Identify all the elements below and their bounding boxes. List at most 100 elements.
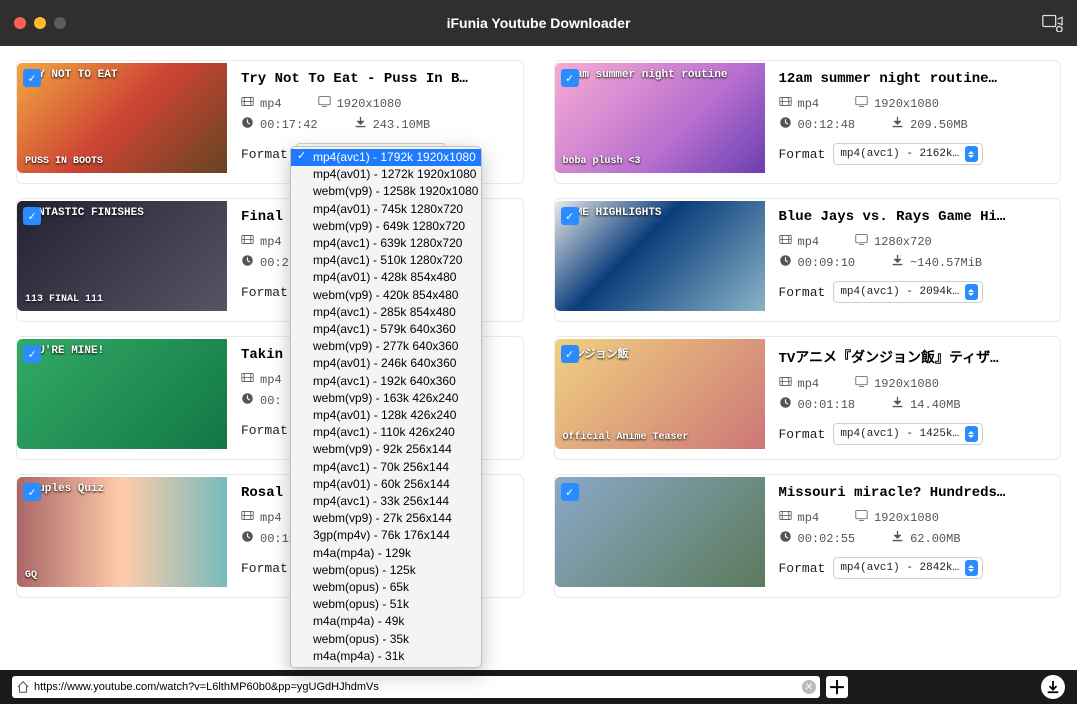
format-option[interactable]: mp4(avc1) - 192k 640x360 [291, 373, 481, 390]
duration-meta: 00:12:48 [779, 116, 856, 133]
format-option[interactable]: mp4(av01) - 128k 426x240 [291, 407, 481, 424]
duration-meta: 00:01:18 [779, 396, 856, 413]
minimize-window-button[interactable] [34, 17, 46, 29]
film-icon [779, 509, 792, 526]
format-option[interactable]: mp4(avc1) - 510k 1280x720 [291, 252, 481, 269]
selected-check-icon[interactable] [23, 69, 41, 87]
download-button[interactable] [1041, 675, 1065, 699]
film-icon [779, 233, 792, 250]
container-meta: mp4 [241, 233, 282, 250]
video-title: TVアニメ『ダンジョン飯』ティザ… [779, 347, 1053, 367]
size-meta: 14.40MB [891, 396, 960, 413]
format-option[interactable]: webm(vp9) - 277k 640x360 [291, 338, 481, 355]
format-option[interactable]: mp4(av01) - 428k 854x480 [291, 269, 481, 286]
format-option[interactable]: mp4(avc1) - 110k 426x240 [291, 424, 481, 441]
format-option[interactable]: webm(vp9) - 420k 854x480 [291, 287, 481, 304]
clock-icon [241, 530, 254, 547]
format-label: Format [779, 561, 826, 576]
selected-check-icon[interactable] [23, 207, 41, 225]
format-option[interactable]: mp4(av01) - 745k 1280x720 [291, 201, 481, 218]
format-select[interactable]: mp4(avc1) - 2094k 128… [833, 281, 983, 303]
video-grid: TRY NOT TO EAT PUSS IN BOOTS Try Not To … [0, 46, 1077, 670]
video-thumbnail[interactable]: TRY NOT TO EAT PUSS IN BOOTS [17, 63, 227, 173]
selected-check-icon[interactable] [23, 483, 41, 501]
format-option[interactable]: webm(opus) - 125k [291, 562, 481, 579]
clock-icon [779, 116, 792, 133]
video-card: GAME HIGHLIGHTS Blue Jays vs. Rays Game … [554, 198, 1062, 322]
format-option[interactable]: mp4(avc1) - 579k 640x360 [291, 321, 481, 338]
selected-check-icon[interactable] [23, 345, 41, 363]
download-size-icon [891, 396, 904, 413]
resolution-meta: 1920x1080 [855, 375, 939, 392]
format-option[interactable]: mp4(avc1) - 1792k 1920x1080 [291, 149, 481, 166]
clock-icon [779, 530, 792, 547]
library-icon[interactable] [1041, 10, 1063, 37]
duration-meta: 00:2 [241, 254, 289, 271]
format-option[interactable]: mp4(avc1) - 33k 256x144 [291, 493, 481, 510]
home-icon[interactable] [16, 680, 30, 694]
format-option[interactable]: webm(opus) - 35k [291, 631, 481, 648]
video-thumbnail[interactable]: FANTASTIC FINISHES 113 FINAL 111 [17, 201, 227, 311]
format-option[interactable]: 3gp(mp4v) - 76k 176x144 [291, 527, 481, 544]
format-option[interactable]: mp4(avc1) - 639k 1280x720 [291, 235, 481, 252]
format-select[interactable]: mp4(avc1) - 1425k 192… [833, 423, 983, 445]
download-size-icon [891, 116, 904, 133]
selected-check-icon[interactable] [561, 69, 579, 87]
selected-check-icon[interactable] [561, 345, 579, 363]
format-option[interactable]: webm(vp9) - 92k 256x144 [291, 441, 481, 458]
format-option[interactable]: m4a(mp4a) - 49k [291, 613, 481, 630]
video-card: Missouri miracle? Hundreds… mp4 1920x108… [554, 474, 1062, 598]
size-meta: 209.50MB [891, 116, 968, 133]
url-input[interactable] [34, 681, 798, 693]
format-option[interactable]: mp4(av01) - 246k 640x360 [291, 355, 481, 372]
container-meta: mp4 [779, 95, 820, 112]
clock-icon [241, 254, 254, 271]
zoom-window-button[interactable] [54, 17, 66, 29]
format-option[interactable]: mp4(av01) - 1272k 1920x1080 [291, 166, 481, 183]
resolution-meta: 1920x1080 [855, 509, 939, 526]
container-meta: mp4 [779, 375, 820, 392]
format-option[interactable]: webm(opus) - 51k [291, 596, 481, 613]
video-thumbnail[interactable]: GAME HIGHLIGHTS [555, 201, 765, 311]
container-meta: mp4 [779, 509, 820, 526]
duration-meta: 00:15 [241, 530, 296, 547]
clear-url-icon[interactable]: ✕ [802, 680, 816, 694]
video-card: ダンジョン飯 Official Anime Teaser TVアニメ『ダンジョン… [554, 336, 1062, 460]
duration-meta: 00:09:10 [779, 254, 856, 271]
format-select[interactable]: mp4(avc1) - 2162k 192… [833, 143, 983, 165]
video-thumbnail[interactable]: Couples Quiz GQ [17, 477, 227, 587]
container-meta: mp4 [241, 95, 282, 112]
format-option[interactable]: webm(vp9) - 649k 1280x720 [291, 218, 481, 235]
add-url-button[interactable]: ＋ [826, 676, 848, 698]
selected-check-icon[interactable] [561, 483, 579, 501]
screen-icon [855, 375, 868, 392]
format-label: Format [241, 423, 288, 438]
format-select[interactable]: mp4(avc1) - 2842k 192… [833, 557, 983, 579]
video-thumbnail[interactable]: ダンジョン飯 Official Anime Teaser [555, 339, 765, 449]
format-label: Format [779, 285, 826, 300]
video-thumbnail[interactable]: 12am summer night routine boba plush <3 [555, 63, 765, 173]
format-option[interactable]: webm(vp9) - 27k 256x144 [291, 510, 481, 527]
close-window-button[interactable] [14, 17, 26, 29]
format-dropdown-menu[interactable]: mp4(avc1) - 1792k 1920x1080mp4(av01) - 1… [290, 146, 482, 668]
resolution-meta: 1920x1080 [855, 95, 939, 112]
format-option[interactable]: webm(vp9) - 1258k 1920x1080 [291, 183, 481, 200]
selected-check-icon[interactable] [561, 207, 579, 225]
format-option[interactable]: mp4(avc1) - 70k 256x144 [291, 459, 481, 476]
video-thumbnail[interactable] [555, 477, 765, 587]
clock-icon [241, 116, 254, 133]
video-thumbnail[interactable]: YOU'RE MINE! [17, 339, 227, 449]
format-option[interactable]: mp4(avc1) - 285k 854x480 [291, 304, 481, 321]
format-option[interactable]: webm(vp9) - 163k 426x240 [291, 390, 481, 407]
format-option[interactable]: m4a(mp4a) - 31k [291, 648, 481, 665]
film-icon [241, 233, 254, 250]
format-label: Format [779, 147, 826, 162]
download-size-icon [354, 116, 367, 133]
format-selected-value: mp4(avc1) - 2094k 128… [840, 286, 964, 298]
download-size-icon [891, 254, 904, 271]
film-icon [779, 95, 792, 112]
format-option[interactable]: webm(opus) - 65k [291, 579, 481, 596]
format-option[interactable]: m4a(mp4a) - 129k [291, 545, 481, 562]
duration-meta: 00:02:55 [779, 530, 856, 547]
format-option[interactable]: mp4(av01) - 60k 256x144 [291, 476, 481, 493]
